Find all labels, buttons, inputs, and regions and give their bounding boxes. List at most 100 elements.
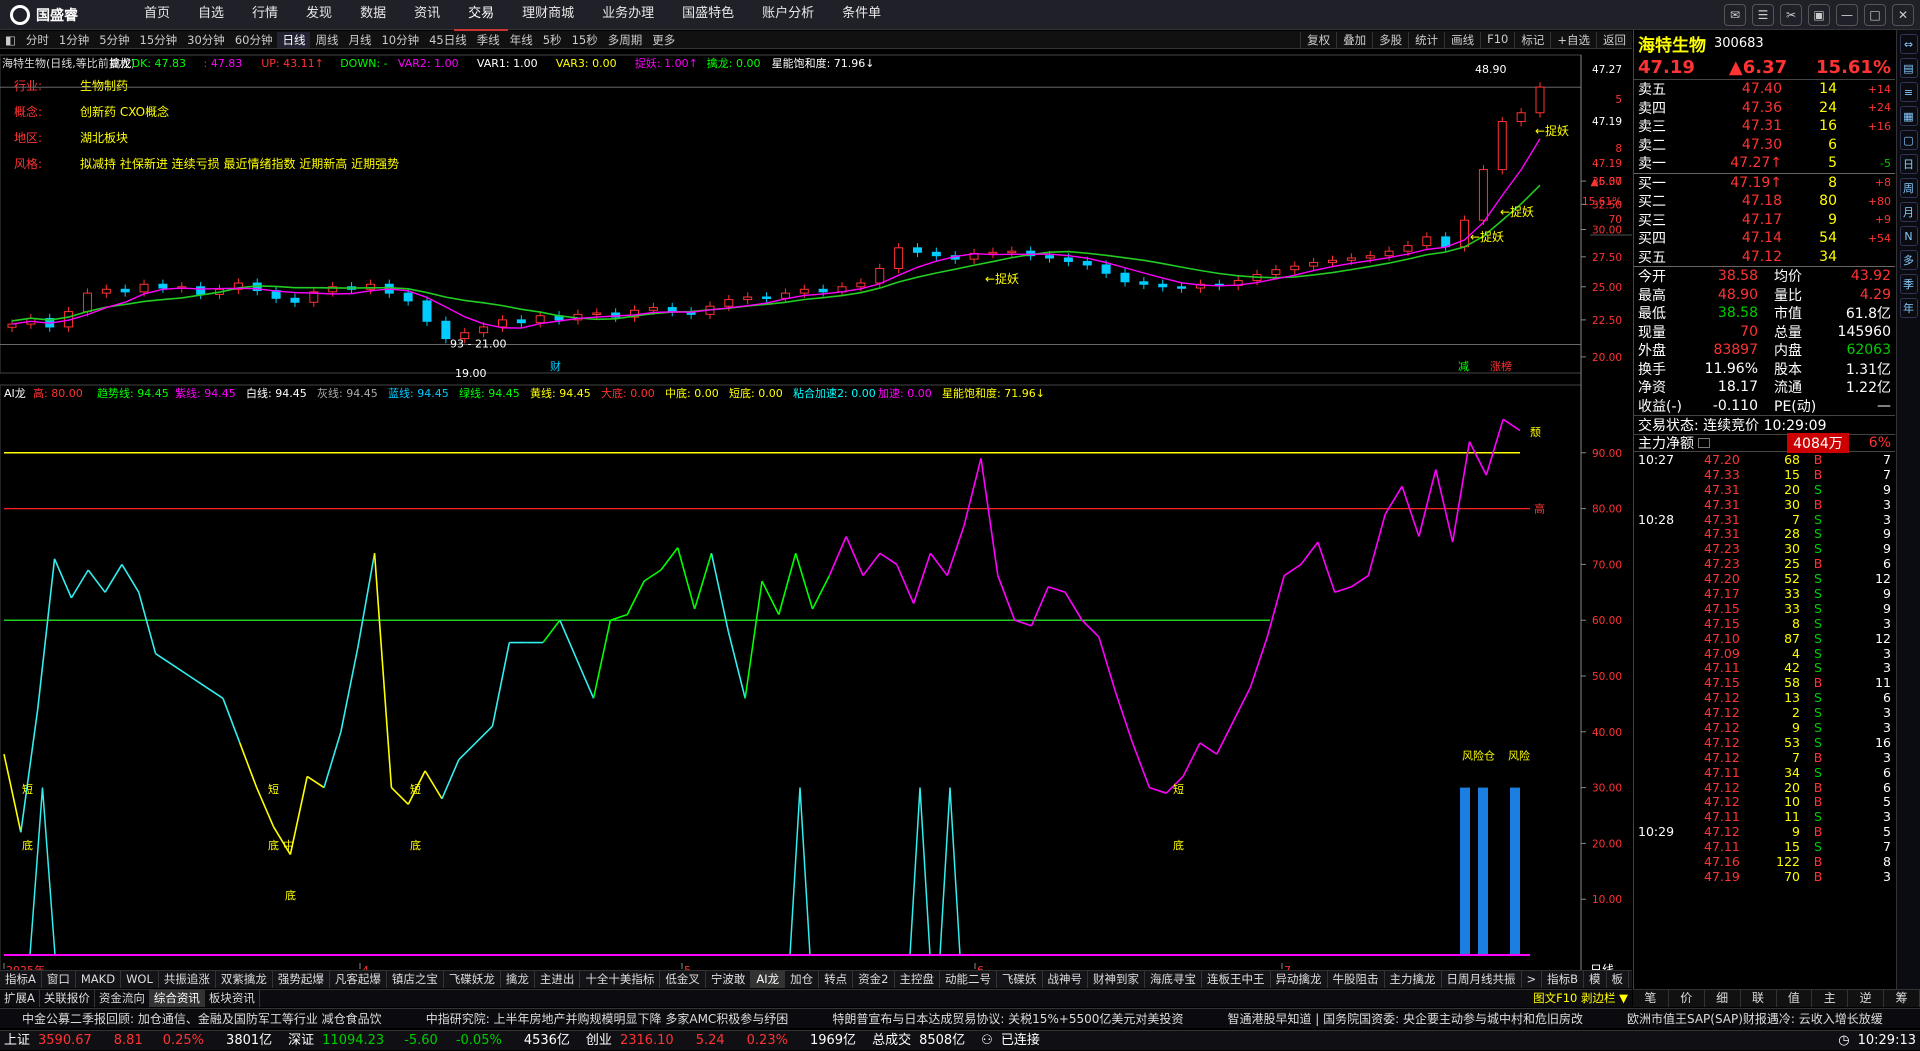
quote-tab[interactable]: 主 <box>1812 990 1849 1007</box>
message-icon[interactable]: ✉ <box>1724 4 1746 26</box>
sz-value[interactable]: 11094.23 <box>318 1031 388 1050</box>
indicator-tab[interactable]: 牛股阻击 <box>1328 971 1385 988</box>
period-shortcut[interactable]: N <box>1899 226 1918 246</box>
period-tab[interactable]: 更多 <box>647 32 680 48</box>
nav-item[interactable]: 条件单 <box>828 0 895 31</box>
indicator-tab[interactable]: AI龙 <box>751 971 786 988</box>
news-item[interactable]: 智通港股早知道 | 国务院国资委: 央企要主动参与城中村和危旧房改 <box>1205 1009 1605 1028</box>
period-tab[interactable]: 月线 <box>343 32 376 48</box>
period-shortcut[interactable]: 周 <box>1899 178 1918 198</box>
f10-link[interactable]: 图文F10 剥边栏 ▼ <box>1529 990 1632 1007</box>
nav-item[interactable]: 自选 <box>184 0 238 31</box>
app-logo[interactable]: 国盛睿 <box>0 4 120 25</box>
indicator-tab[interactable]: 共振追涨 <box>159 971 216 988</box>
period-shortcut[interactable]: 多 <box>1899 250 1918 270</box>
indicator-tab[interactable]: 强势起爆 <box>273 971 330 988</box>
arrow-icon[interactable]: ⇔ <box>1899 34 1918 54</box>
nav-item[interactable]: 资讯 <box>400 0 454 31</box>
indicator-tab[interactable]: 财神到家 <box>1088 971 1145 988</box>
period-tab[interactable]: 30分钟 <box>182 32 230 48</box>
book-row[interactable]: 卖三 47.31 16 +16 <box>1634 117 1895 136</box>
news-item[interactable]: 特朗普宣布与日本达成贸易协议: 关税15%+5500亿美元对美投资 <box>810 1009 1205 1028</box>
period-tab[interactable]: 5分钟 <box>94 32 134 48</box>
period-shortcut[interactable]: 季 <box>1899 274 1918 294</box>
chart-icon[interactable]: ▤ <box>1899 58 1918 78</box>
toolbar-button[interactable]: 复权 <box>1300 31 1336 48</box>
maximize-icon[interactable]: □ <box>1864 4 1886 26</box>
indicator-tab[interactable]: WOL <box>121 971 159 988</box>
indicator-tab[interactable]: 十全十美指标 <box>580 971 661 988</box>
indicator-tab[interactable]: 低金叉 <box>660 971 706 988</box>
indicator-tab[interactable]: 宁波敢 <box>706 971 752 988</box>
indicator-tab[interactable]: 指标A <box>0 971 42 988</box>
news-item[interactable]: 中金公募二季报回顾: 加仓通信、金融及国防军工等行业 减仓食品饮 <box>0 1009 404 1028</box>
quote-tab[interactable]: 逆 <box>1848 990 1885 1007</box>
book-row[interactable]: 买五 47.12 34 <box>1634 248 1895 267</box>
list-icon[interactable]: ≡ <box>1899 82 1918 102</box>
indicator-tab[interactable]: 镇店之宝 <box>387 971 444 988</box>
indicator-tab[interactable]: 动能二号 <box>940 971 997 988</box>
window-icon[interactable]: ▢ <box>1899 130 1918 150</box>
period-tab[interactable]: 分时 <box>21 32 54 48</box>
period-tab[interactable]: 年线 <box>505 32 538 48</box>
nav-item[interactable]: 数据 <box>346 0 400 31</box>
indicator-tab[interactable]: 资金2 <box>853 971 895 988</box>
period-tab[interactable]: 15分钟 <box>135 32 183 48</box>
collapse-icon[interactable]: ◧ <box>0 33 21 47</box>
period-tab[interactable]: 15秒 <box>567 32 603 48</box>
indicator-tab[interactable]: 主力擒龙 <box>1385 971 1442 988</box>
indicator-tab[interactable]: 板 <box>1607 971 1630 988</box>
period-shortcut[interactable]: 年 <box>1899 298 1918 318</box>
period-tab[interactable]: 5秒 <box>538 32 567 48</box>
grid-icon[interactable]: ▦ <box>1899 106 1918 126</box>
toolbar-button[interactable]: +自选 <box>1550 31 1596 48</box>
indicator-tab[interactable]: > <box>1522 971 1543 988</box>
book-row[interactable]: 买四 47.14 54 +54 <box>1634 229 1895 248</box>
period-tab[interactable]: 60分钟 <box>230 32 278 48</box>
skin-icon[interactable]: ▣ <box>1808 4 1830 26</box>
indicator-tab[interactable]: 转点 <box>819 971 854 988</box>
indicator-tab[interactable]: 主控盘 <box>895 971 940 988</box>
indicator-tab[interactable]: MAKD <box>76 971 122 988</box>
nav-item[interactable]: 交易 <box>454 0 509 31</box>
kline-chart-area[interactable]: 海特生物(日线,等比前复权)擒龙 DK: 47.83: 47.83 UP: 43.1… <box>0 50 1632 980</box>
info-tab[interactable]: 板块资讯 <box>205 990 260 1007</box>
indicator-tab[interactable]: 双紫擒龙 <box>216 971 273 988</box>
period-tab[interactable]: 多周期 <box>603 32 648 48</box>
toolbar-button[interactable]: 画线 <box>1444 31 1480 48</box>
close-icon[interactable]: ✕ <box>1892 4 1914 26</box>
period-tab[interactable]: 1分钟 <box>54 32 94 48</box>
cy-value[interactable]: 2316.10 <box>616 1031 678 1050</box>
period-tab[interactable]: 季线 <box>472 32 505 48</box>
book-row[interactable]: 卖一 47.27↑ 5 -5 <box>1634 154 1895 173</box>
nav-item[interactable]: 首页 <box>130 0 184 31</box>
book-row[interactable]: 买三 47.17 9 +9 <box>1634 211 1895 230</box>
indicator-tab[interactable]: 飞碟妖龙 <box>444 971 501 988</box>
nav-item[interactable]: 理财商城 <box>508 0 588 31</box>
indicator-tab[interactable]: 飞碟妖 <box>997 971 1043 988</box>
period-shortcut[interactable]: 月 <box>1899 202 1918 222</box>
quote-tab[interactable]: 筹 <box>1884 990 1920 1007</box>
indicator-tab[interactable]: 主进出 <box>535 971 581 988</box>
period-tab[interactable]: 周线 <box>310 32 343 48</box>
tools-icon[interactable]: ✂ <box>1780 4 1802 26</box>
book-row[interactable]: 卖二 47.30 6 <box>1634 136 1895 155</box>
indicator-tab[interactable]: 窗口 <box>42 971 76 988</box>
book-row[interactable]: 卖五 47.40 14 +14 <box>1634 80 1895 99</box>
indicator-tab[interactable]: + <box>1629 971 1632 988</box>
toolbar-button[interactable]: 叠加 <box>1336 31 1372 48</box>
info-tab[interactable]: 资金流向 <box>95 990 150 1007</box>
sh-value[interactable]: 3590.67 <box>34 1031 96 1050</box>
info-tab[interactable]: 综合资讯 <box>149 990 205 1007</box>
period-tab[interactable]: 45日线 <box>424 32 472 48</box>
indicator-tab[interactable]: 异动擒龙 <box>1271 971 1328 988</box>
info-tab[interactable]: 扩展A <box>0 990 40 1007</box>
book-row[interactable]: 卖四 47.36 24 +24 <box>1634 99 1895 118</box>
indicator-tab[interactable]: 日周月线共振 <box>1442 971 1522 988</box>
indicator-tab[interactable]: 连板王中王 <box>1202 971 1271 988</box>
news-item[interactable]: 欧洲市值王SAP(SAP)财报遇冷: 云收入增长放缓 <box>1605 1009 1905 1028</box>
period-shortcut[interactable]: 日 <box>1899 154 1918 174</box>
quote-tab[interactable]: 值 <box>1777 990 1813 1007</box>
indicator-tab[interactable]: 擒龙 <box>501 971 535 988</box>
book-row[interactable]: 买二 47.18 80 +80 <box>1634 192 1895 211</box>
